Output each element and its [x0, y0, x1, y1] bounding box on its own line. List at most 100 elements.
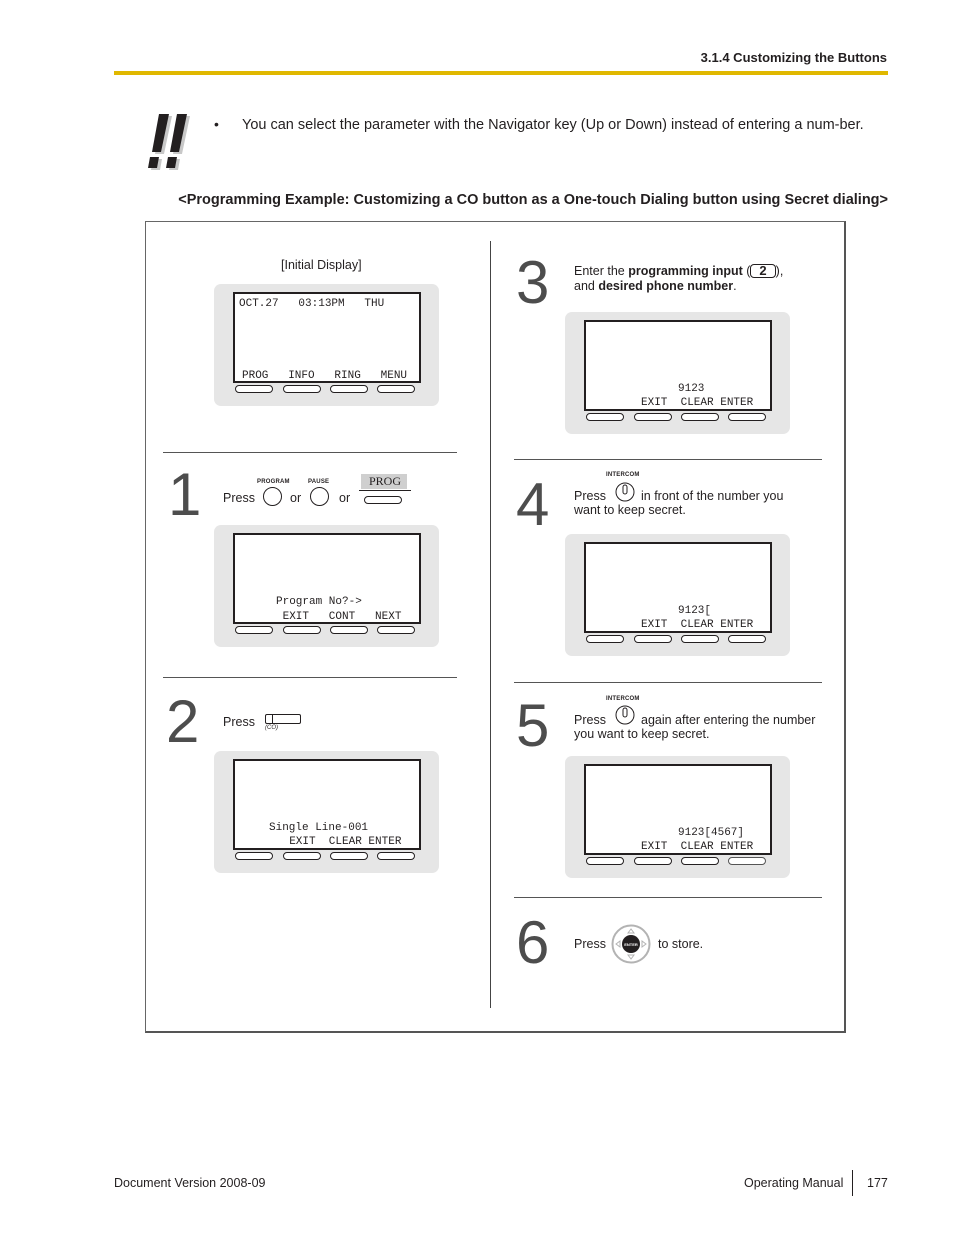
- softkey-3[interactable]: [681, 635, 719, 643]
- lcd-line-message: Program No?->: [276, 596, 362, 608]
- text: ),: [775, 264, 784, 278]
- note-text: You can select the parameter with the Na…: [242, 117, 864, 133]
- text: .: [733, 279, 737, 293]
- separator: [163, 452, 457, 453]
- lcd-softkey-labels: EXIT CLEAR ENTER: [641, 397, 754, 409]
- lcd-line-number: 9123[4567]: [678, 827, 745, 839]
- lcd-screen: 9123 EXIT CLEAR ENTER: [584, 320, 772, 411]
- lcd-screen: Single Line-001 EXIT CLEAR ENTER: [233, 759, 421, 850]
- step-number: 2: [166, 688, 200, 755]
- softkey-4[interactable]: [377, 626, 415, 634]
- softkey-3[interactable]: [330, 385, 368, 393]
- separator: [514, 897, 822, 898]
- enter-key-label: ENTER: [624, 942, 638, 947]
- intercom-button-icon[interactable]: [615, 482, 635, 502]
- prog-softkey[interactable]: [364, 496, 402, 504]
- lcd-screen: 9123[ EXIT CLEAR ENTER: [584, 542, 772, 633]
- softkey-3[interactable]: [330, 852, 368, 860]
- softkey-1[interactable]: [235, 852, 273, 860]
- softkey-row: [586, 413, 770, 421]
- softkey-4[interactable]: [377, 385, 415, 393]
- softkey-4[interactable]: [728, 413, 766, 421]
- prog-softkey-label: PROG: [361, 474, 407, 489]
- softkey-1[interactable]: [235, 385, 273, 393]
- manual-title: Operating Manual: [744, 1176, 844, 1190]
- text: Enter the: [574, 264, 629, 278]
- phone-display-step3: 9123 EXIT CLEAR ENTER: [565, 312, 790, 434]
- text: (: [742, 264, 751, 278]
- intercom-button-label: INTERCOM: [606, 472, 640, 478]
- lcd-screen: 9123[4567] EXIT CLEAR ENTER: [584, 764, 772, 855]
- phone-display-step1: Program No?-> EXIT CONT NEXT: [214, 525, 439, 647]
- step3-instruction-line2: and desired phone number.: [574, 279, 737, 293]
- softkey-1[interactable]: [235, 626, 273, 634]
- program-button-label: PROGRAM: [257, 479, 290, 485]
- softkey-2[interactable]: [283, 852, 321, 860]
- softkey-2[interactable]: [634, 635, 672, 643]
- co-button[interactable]: [265, 714, 301, 724]
- step6-text: to store.: [658, 937, 704, 951]
- softkey-3[interactable]: [330, 626, 368, 634]
- softkey-row: [235, 852, 419, 860]
- press-label: Press: [574, 489, 606, 503]
- softkey-3[interactable]: [681, 413, 719, 421]
- lcd-screen: Program No?-> EXIT CONT NEXT: [233, 533, 421, 624]
- program-button[interactable]: [263, 487, 282, 506]
- softkey-4[interactable]: [728, 635, 766, 643]
- lcd-line-number: 9123[: [678, 605, 712, 617]
- phone-display-step4: 9123[ EXIT CLEAR ENTER: [565, 534, 790, 656]
- navigator-enter-key-icon[interactable]: ENTER: [611, 924, 651, 964]
- step-number: 5: [516, 692, 550, 759]
- softkey-1[interactable]: [586, 413, 624, 421]
- text-bold: programming input: [628, 264, 743, 278]
- footer-divider: [852, 1170, 853, 1196]
- softkey-2[interactable]: [634, 413, 672, 421]
- step5-text-line2: you want to keep secret.: [574, 727, 710, 741]
- softkey-3[interactable]: [681, 857, 719, 865]
- section-title: 3.1.4 Customizing the Buttons: [700, 50, 887, 65]
- pause-button[interactable]: [310, 487, 329, 506]
- softkey-row: [235, 626, 419, 634]
- softkey-row: [586, 635, 770, 643]
- step4-text-line2: want to keep secret.: [574, 503, 686, 517]
- double-exclamation-icon: [148, 114, 190, 170]
- softkey-row: [235, 385, 419, 393]
- step3-instruction: Enter the programming input (2),: [574, 264, 783, 278]
- separator: [514, 682, 822, 683]
- example-title: <Programming Example: Customizing a CO b…: [178, 192, 888, 208]
- softkey-2[interactable]: [283, 626, 321, 634]
- softkey-1[interactable]: [586, 857, 624, 865]
- press-label: Press: [574, 937, 606, 951]
- softkey-4[interactable]: [377, 852, 415, 860]
- step5-text: again after entering the number: [641, 713, 816, 727]
- intercom-button-icon[interactable]: [615, 705, 635, 725]
- lcd-line-message: Single Line-001: [269, 822, 369, 834]
- separator: [163, 677, 457, 678]
- lcd-screen: OCT.27 03:13PM THU PROG INFO RING MENU: [233, 292, 421, 383]
- step-number: 6: [516, 909, 550, 976]
- initial-display-caption: [Initial Display]: [281, 258, 362, 272]
- lcd-softkey-labels: EXIT CONT NEXT: [276, 611, 402, 623]
- lcd-softkey-labels: EXIT CLEAR ENTER: [641, 841, 754, 853]
- softkey-4[interactable]: [728, 857, 766, 865]
- document-version: Document Version 2008-09: [114, 1176, 266, 1190]
- phone-display-step2: Single Line-001 EXIT CLEAR ENTER: [214, 751, 439, 873]
- press-label: Press: [223, 715, 255, 729]
- step-number: 1: [168, 461, 202, 528]
- softkey-row: [586, 857, 770, 865]
- softkey-2[interactable]: [634, 857, 672, 865]
- lcd-softkey-labels: EXIT CLEAR ENTER: [276, 836, 402, 848]
- phone-display-initial: OCT.27 03:13PM THU PROG INFO RING MENU: [214, 284, 439, 406]
- softkey-1[interactable]: [586, 635, 624, 643]
- phone-display-step5: 9123[4567] EXIT CLEAR ENTER: [565, 756, 790, 878]
- lcd-softkey-labels: PROG INFO RING MENU: [242, 370, 408, 382]
- press-label: Press: [223, 491, 255, 505]
- pause-button-label: PAUSE: [308, 479, 330, 485]
- lcd-line-number: 9123: [678, 383, 705, 395]
- softkey-2[interactable]: [283, 385, 321, 393]
- step4-text: in front of the number you: [641, 489, 784, 503]
- header-rule: [114, 71, 888, 75]
- intercom-button-label: INTERCOM: [606, 696, 640, 702]
- step-number: 4: [516, 471, 550, 538]
- dial-key-2[interactable]: 2: [750, 264, 776, 278]
